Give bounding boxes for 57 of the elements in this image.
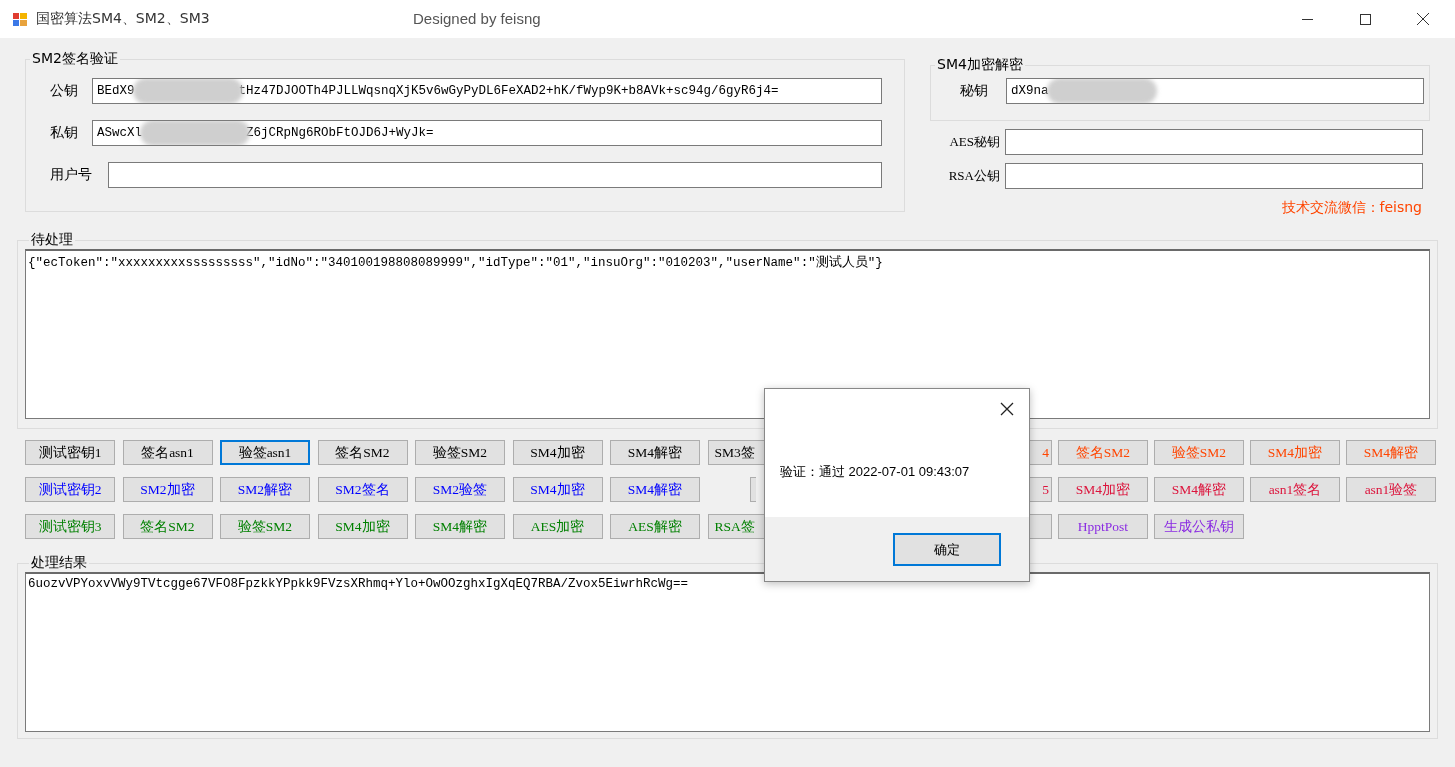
result-text-area[interactable]: 6uozvVPYoxvVWy9TVtcgge67VFO8FpzkkYPpkk9FVzsXRhmq+Ylo+OwOOzghxIgXqEQ7RBA/Zvox5EiwrhRcWg== (25, 572, 1430, 732)
action-button[interactable]: 签名SM2 (122, 514, 213, 539)
action-button[interactable]: HpptPost (1058, 514, 1148, 539)
action-button[interactable]: 签名asn1 (122, 440, 213, 465)
action-button[interactable]: 测试密钥3 (25, 514, 115, 539)
text-field[interactable]: ASwcXl Z6jCRpNg6RObFtOJD6J+WyJk= (92, 120, 882, 146)
group-title: 待处理 (30, 231, 74, 249)
action-button[interactable]: RSA签 (707, 514, 764, 539)
action-button[interactable]: SM4解密 (415, 514, 505, 539)
action-button[interactable]: SM4解密 (1154, 477, 1244, 502)
action-button[interactable]: 验签SM2 (220, 514, 310, 539)
maximize-icon (1359, 13, 1371, 25)
action-button[interactable]: SM4解密 (610, 477, 700, 502)
ok-button[interactable]: 确定 (893, 533, 1001, 566)
field-label: AES秘钥 (948, 133, 1001, 151)
field-label: 用户号 (50, 166, 93, 184)
field-label: RSA公钥 (947, 167, 1001, 185)
app-icon (12, 11, 28, 27)
action-button[interactable]: 测试密钥2 (25, 477, 115, 502)
field-label: 私钥 (50, 124, 79, 142)
input-text-area[interactable]: {"ecToken":"xxxxxxxxxsssssssss","idNo":"340100198808089999","idType":"01","insuOrg":"010203","userName":"测试人员"} (25, 249, 1430, 419)
action-button[interactable]: SM4加密 (317, 514, 408, 539)
action-button[interactable]: SM2验签 (415, 477, 505, 502)
field-label: 公钥 (50, 82, 79, 100)
action-button[interactable]: SM3签 (707, 440, 764, 465)
action-button[interactable]: SM2签名 (317, 477, 408, 502)
action-button[interactable]: 5 (1030, 477, 1052, 502)
action-button[interactable]: SM2解密 (220, 477, 310, 502)
group-title: SM2签名验证 (31, 50, 119, 68)
group-title: SM4加密解密 (936, 56, 1024, 74)
close-icon (1000, 402, 1014, 416)
text-field[interactable]: dX9na (1006, 78, 1424, 104)
action-button[interactable]: SM4加密 (1058, 477, 1148, 502)
action-button[interactable]: 验签SM2 (415, 440, 505, 465)
action-button[interactable]: 测试密钥1 (25, 440, 115, 465)
action-button[interactable]: asn1签名 (1250, 477, 1340, 502)
action-button[interactable]: SM4加密 (512, 440, 603, 465)
action-button[interactable]: 验签asn1 (220, 440, 310, 465)
text-field[interactable] (108, 162, 882, 188)
window-title: 国密算法SM4、SM2、SM3 (36, 10, 210, 28)
contact-text: 技术交流微信：feisng (1280, 199, 1422, 217)
text-field[interactable] (1005, 163, 1423, 189)
field-label: 秘钥 (960, 82, 989, 100)
group-title: 处理结果 (30, 554, 88, 572)
action-button[interactable]: SM4加密 (512, 477, 603, 502)
text-field[interactable]: BEdX9 tHz47DJOOTh4PJLLWqsnqXjK5v6wGyPyDL6FeXAD2+hK/fWyp9K+b8AVk+sc94g/6gyR6j4= (92, 78, 882, 104)
action-button[interactable]: asn1验签 (1346, 477, 1436, 502)
action-button[interactable]: AES加密 (512, 514, 603, 539)
action-button[interactable]: AES解密 (610, 514, 700, 539)
action-button[interactable]: 生成公私钥 (1154, 514, 1244, 539)
close-icon (1417, 13, 1429, 25)
text-field[interactable] (1005, 129, 1423, 155)
window-subtitle: Designed by feisng (413, 10, 541, 27)
action-button[interactable]: SM2加密 (122, 477, 213, 502)
action-button[interactable]: 签名SM2 (317, 440, 408, 465)
action-button[interactable]: SM4解密 (610, 440, 700, 465)
dialog-message: 验证：通过 2022-07-01 09:43:07 (780, 463, 971, 481)
